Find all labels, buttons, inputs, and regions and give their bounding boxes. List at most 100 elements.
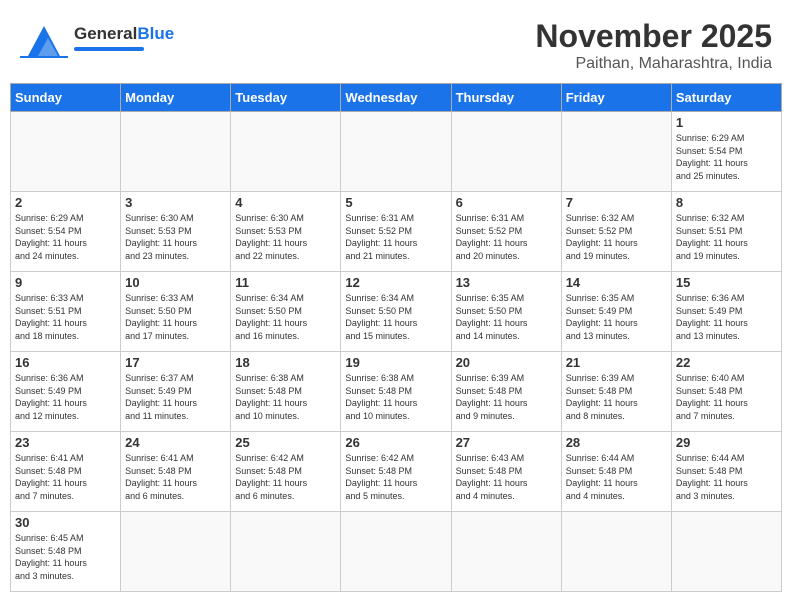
column-header-saturday: Saturday bbox=[671, 84, 781, 112]
day-number: 11 bbox=[235, 275, 336, 290]
day-info: Sunrise: 6:43 AM Sunset: 5:48 PM Dayligh… bbox=[456, 452, 557, 502]
day-info: Sunrise: 6:39 AM Sunset: 5:48 PM Dayligh… bbox=[456, 372, 557, 422]
day-number: 7 bbox=[566, 195, 667, 210]
calendar-cell bbox=[671, 512, 781, 592]
day-number: 27 bbox=[456, 435, 557, 450]
calendar-cell: 18Sunrise: 6:38 AM Sunset: 5:48 PM Dayli… bbox=[231, 352, 341, 432]
calendar-week-4: 16Sunrise: 6:36 AM Sunset: 5:49 PM Dayli… bbox=[11, 352, 782, 432]
calendar-cell bbox=[121, 112, 231, 192]
day-number: 20 bbox=[456, 355, 557, 370]
calendar-cell: 27 Sunrise: 6:43 AM Sunset: 5:48 PM Dayli… bbox=[451, 432, 561, 512]
day-number: 26 bbox=[345, 435, 446, 450]
column-header-sunday: Sunday bbox=[11, 84, 121, 112]
day-info: Sunrise: 6:41 AM Sunset: 5:48 PM Dayligh… bbox=[15, 452, 116, 502]
day-number: 15 bbox=[676, 275, 777, 290]
day-number: 6 bbox=[456, 195, 557, 210]
day-info: Sunrise: 6:36 AM Sunset: 5:49 PM Dayligh… bbox=[676, 292, 777, 342]
calendar-cell: 17Sunrise: 6:37 AM Sunset: 5:49 PM Dayli… bbox=[121, 352, 231, 432]
day-number: 2 bbox=[15, 195, 116, 210]
calendar-cell: 23 Sunrise: 6:41 AM Sunset: 5:48 PM Dayli… bbox=[11, 432, 121, 512]
day-number: 8 bbox=[676, 195, 777, 210]
logo-text-block: GeneralBlue bbox=[74, 25, 174, 51]
calendar-week-2: 2 Sunrise: 6:29 AM Sunset: 5:54 PM Daylig… bbox=[11, 192, 782, 272]
day-number: 29 bbox=[676, 435, 777, 450]
calendar-cell: 29 Sunrise: 6:44 AM Sunset: 5:48 PM Dayli… bbox=[671, 432, 781, 512]
day-info: Sunrise: 6:30 AM Sunset: 5:53 PM Dayligh… bbox=[125, 212, 226, 262]
day-info: Sunrise: 6:31 AM Sunset: 5:52 PM Dayligh… bbox=[456, 212, 557, 262]
day-number: 9 bbox=[15, 275, 116, 290]
logo-blue: Blue bbox=[137, 24, 174, 43]
day-number: 21 bbox=[566, 355, 667, 370]
page-header: GeneralBlue November 2025 Paithan, Mahar… bbox=[10, 10, 782, 77]
calendar-cell: 22 Sunrise: 6:40 AM Sunset: 5:48 PM Dayli… bbox=[671, 352, 781, 432]
calendar-week-6: 30Sunrise: 6:45 AM Sunset: 5:48 PM Dayli… bbox=[11, 512, 782, 592]
day-info: Sunrise: 6:29 AM Sunset: 5:54 PM Dayligh… bbox=[676, 132, 777, 182]
calendar-cell: 26Sunrise: 6:42 AM Sunset: 5:48 PM Dayli… bbox=[341, 432, 451, 512]
calendar-cell bbox=[451, 112, 561, 192]
calendar-cell: 14Sunrise: 6:35 AM Sunset: 5:49 PM Dayli… bbox=[561, 272, 671, 352]
day-info: Sunrise: 6:37 AM Sunset: 5:49 PM Dayligh… bbox=[125, 372, 226, 422]
calendar-cell: 4Sunrise: 6:30 AM Sunset: 5:53 PM Daylig… bbox=[231, 192, 341, 272]
calendar-cell bbox=[341, 512, 451, 592]
column-header-friday: Friday bbox=[561, 84, 671, 112]
day-info: Sunrise: 6:42 AM Sunset: 5:48 PM Dayligh… bbox=[235, 452, 336, 502]
day-info: Sunrise: 6:31 AM Sunset: 5:52 PM Dayligh… bbox=[345, 212, 446, 262]
calendar-cell: 20 Sunrise: 6:39 AM Sunset: 5:48 PM Dayli… bbox=[451, 352, 561, 432]
day-info: Sunrise: 6:44 AM Sunset: 5:48 PM Dayligh… bbox=[566, 452, 667, 502]
calendar-cell: 21 Sunrise: 6:39 AM Sunset: 5:48 PM Dayli… bbox=[561, 352, 671, 432]
day-info: Sunrise: 6:38 AM Sunset: 5:48 PM Dayligh… bbox=[345, 372, 446, 422]
day-info: Sunrise: 6:32 AM Sunset: 5:51 PM Dayligh… bbox=[676, 212, 777, 262]
calendar-cell: 5 Sunrise: 6:31 AM Sunset: 5:52 PM Daylig… bbox=[341, 192, 451, 272]
day-info: Sunrise: 6:30 AM Sunset: 5:53 PM Dayligh… bbox=[235, 212, 336, 262]
calendar-cell bbox=[561, 112, 671, 192]
calendar-cell: 8 Sunrise: 6:32 AM Sunset: 5:51 PM Daylig… bbox=[671, 192, 781, 272]
calendar-cell: 28 Sunrise: 6:44 AM Sunset: 5:48 PM Dayli… bbox=[561, 432, 671, 512]
page-title: November 2025 bbox=[535, 18, 772, 55]
day-number: 24 bbox=[125, 435, 226, 450]
calendar-cell bbox=[231, 112, 341, 192]
day-info: Sunrise: 6:29 AM Sunset: 5:54 PM Dayligh… bbox=[15, 212, 116, 262]
logo: GeneralBlue bbox=[20, 18, 174, 58]
logo-icon bbox=[20, 18, 68, 58]
calendar-cell bbox=[341, 112, 451, 192]
calendar-cell: 15 Sunrise: 6:36 AM Sunset: 5:49 PM Dayli… bbox=[671, 272, 781, 352]
calendar-header-row: SundayMondayTuesdayWednesdayThursdayFrid… bbox=[11, 84, 782, 112]
day-info: Sunrise: 6:44 AM Sunset: 5:48 PM Dayligh… bbox=[676, 452, 777, 502]
day-number: 28 bbox=[566, 435, 667, 450]
day-info: Sunrise: 6:45 AM Sunset: 5:48 PM Dayligh… bbox=[15, 532, 116, 582]
calendar-cell bbox=[121, 512, 231, 592]
day-number: 12 bbox=[345, 275, 446, 290]
calendar-week-5: 23 Sunrise: 6:41 AM Sunset: 5:48 PM Dayli… bbox=[11, 432, 782, 512]
day-info: Sunrise: 6:39 AM Sunset: 5:48 PM Dayligh… bbox=[566, 372, 667, 422]
day-number: 5 bbox=[345, 195, 446, 210]
day-info: Sunrise: 6:40 AM Sunset: 5:48 PM Dayligh… bbox=[676, 372, 777, 422]
calendar-table: SundayMondayTuesdayWednesdayThursdayFrid… bbox=[10, 83, 782, 592]
day-number: 22 bbox=[676, 355, 777, 370]
calendar-cell: 19Sunrise: 6:38 AM Sunset: 5:48 PM Dayli… bbox=[341, 352, 451, 432]
calendar-cell bbox=[231, 512, 341, 592]
title-block: November 2025 Paithan, Maharashtra, Indi… bbox=[535, 18, 772, 73]
calendar-cell: 11 Sunrise: 6:34 AM Sunset: 5:50 PM Dayli… bbox=[231, 272, 341, 352]
day-info: Sunrise: 6:35 AM Sunset: 5:50 PM Dayligh… bbox=[456, 292, 557, 342]
day-info: Sunrise: 6:41 AM Sunset: 5:48 PM Dayligh… bbox=[125, 452, 226, 502]
day-number: 10 bbox=[125, 275, 226, 290]
calendar-week-1: 1Sunrise: 6:29 AM Sunset: 5:54 PM Daylig… bbox=[11, 112, 782, 192]
calendar-cell bbox=[451, 512, 561, 592]
day-info: Sunrise: 6:33 AM Sunset: 5:50 PM Dayligh… bbox=[125, 292, 226, 342]
calendar-cell: 1Sunrise: 6:29 AM Sunset: 5:54 PM Daylig… bbox=[671, 112, 781, 192]
day-number: 16 bbox=[15, 355, 116, 370]
column-header-tuesday: Tuesday bbox=[231, 84, 341, 112]
calendar-cell: 9Sunrise: 6:33 AM Sunset: 5:51 PM Daylig… bbox=[11, 272, 121, 352]
calendar-cell: 30Sunrise: 6:45 AM Sunset: 5:48 PM Dayli… bbox=[11, 512, 121, 592]
day-info: Sunrise: 6:32 AM Sunset: 5:52 PM Dayligh… bbox=[566, 212, 667, 262]
calendar-cell: 2 Sunrise: 6:29 AM Sunset: 5:54 PM Daylig… bbox=[11, 192, 121, 272]
day-info: Sunrise: 6:34 AM Sunset: 5:50 PM Dayligh… bbox=[235, 292, 336, 342]
day-number: 13 bbox=[456, 275, 557, 290]
column-header-wednesday: Wednesday bbox=[341, 84, 451, 112]
day-number: 23 bbox=[15, 435, 116, 450]
calendar-cell: 3Sunrise: 6:30 AM Sunset: 5:53 PM Daylig… bbox=[121, 192, 231, 272]
day-info: Sunrise: 6:38 AM Sunset: 5:48 PM Dayligh… bbox=[235, 372, 336, 422]
day-number: 25 bbox=[235, 435, 336, 450]
page-subtitle: Paithan, Maharashtra, India bbox=[535, 55, 772, 73]
calendar-week-3: 9Sunrise: 6:33 AM Sunset: 5:51 PM Daylig… bbox=[11, 272, 782, 352]
